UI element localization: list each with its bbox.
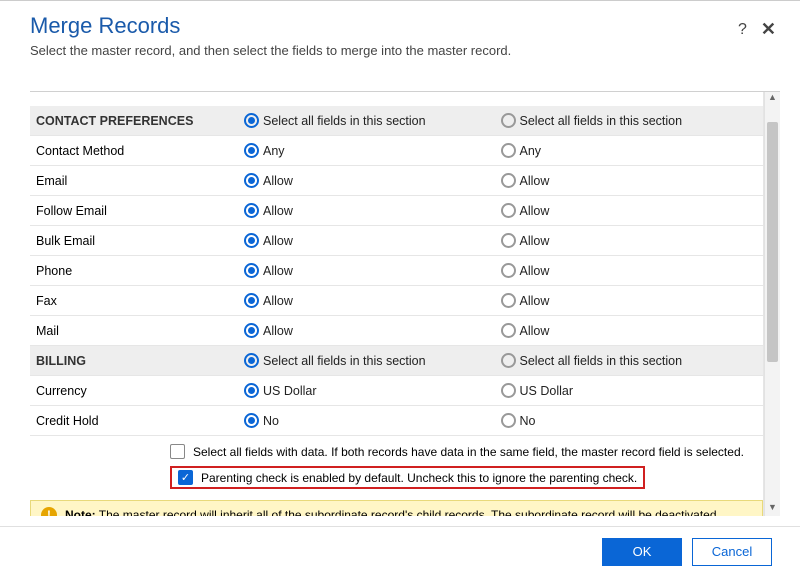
field-label: Contact Method bbox=[30, 144, 230, 158]
select-all-label: Select all fields in this section bbox=[263, 114, 426, 128]
field-label: Email bbox=[30, 174, 230, 188]
field-label: Currency bbox=[30, 384, 230, 398]
parenting-check-checkbox[interactable]: ✓ bbox=[178, 470, 193, 485]
sub-value-radio[interactable] bbox=[501, 413, 516, 428]
field-row: Mail Allow Allow bbox=[30, 316, 763, 346]
select-all-data-row: Select all fields with data. If both rec… bbox=[30, 440, 763, 463]
content-frame: CONTACT PREFERENCES Select all fields in… bbox=[30, 91, 780, 516]
sub-value: Allow bbox=[520, 294, 550, 308]
select-all-label: Select all fields in this section bbox=[520, 354, 683, 368]
vertical-scrollbar[interactable]: ▲ ▼ bbox=[764, 92, 780, 516]
master-value-radio[interactable] bbox=[244, 143, 259, 158]
master-value-radio[interactable] bbox=[244, 263, 259, 278]
sub-value: Allow bbox=[520, 174, 550, 188]
fields-grid: CONTACT PREFERENCES Select all fields in… bbox=[30, 106, 763, 436]
master-value-radio[interactable] bbox=[244, 233, 259, 248]
field-label: Credit Hold bbox=[30, 414, 230, 428]
scroll-area: CONTACT PREFERENCES Select all fields in… bbox=[30, 92, 764, 516]
field-label: Mail bbox=[30, 324, 230, 338]
close-icon[interactable]: ✕ bbox=[761, 19, 776, 40]
field-row: Credit Hold No No bbox=[30, 406, 763, 436]
scroll-down-icon[interactable]: ▼ bbox=[765, 502, 780, 516]
sub-value: Any bbox=[520, 144, 542, 158]
field-row: Contact Method Any Any bbox=[30, 136, 763, 166]
select-all-sub-radio[interactable] bbox=[501, 353, 516, 368]
sub-value-radio[interactable] bbox=[501, 233, 516, 248]
sub-value: Allow bbox=[520, 234, 550, 248]
scroll-thumb[interactable] bbox=[767, 122, 778, 362]
dialog-footer: OK Cancel bbox=[0, 526, 800, 576]
master-value-radio[interactable] bbox=[244, 323, 259, 338]
sub-value: Allow bbox=[520, 204, 550, 218]
note-bar: ! Note: The master record will inherit a… bbox=[30, 500, 763, 516]
field-row: Currency US Dollar US Dollar bbox=[30, 376, 763, 406]
sub-value-radio[interactable] bbox=[501, 143, 516, 158]
sub-value-radio[interactable] bbox=[501, 203, 516, 218]
help-icon[interactable]: ? bbox=[738, 21, 747, 39]
master-value: Allow bbox=[263, 234, 293, 248]
dialog-header: Merge Records Select the master record, … bbox=[0, 1, 800, 68]
master-value-radio[interactable] bbox=[244, 383, 259, 398]
field-row: Follow Email Allow Allow bbox=[30, 196, 763, 226]
sub-value-radio[interactable] bbox=[501, 173, 516, 188]
field-label: Bulk Email bbox=[30, 234, 230, 248]
dialog-subtitle: Select the master record, and then selec… bbox=[30, 43, 770, 58]
master-value-radio[interactable] bbox=[244, 173, 259, 188]
select-all-label: Select all fields in this section bbox=[520, 114, 683, 128]
ok-button[interactable]: OK bbox=[602, 538, 682, 566]
field-row: Fax Allow Allow bbox=[30, 286, 763, 316]
select-all-data-label: Select all fields with data. If both rec… bbox=[193, 445, 744, 459]
field-row: Email Allow Allow bbox=[30, 166, 763, 196]
section-header-billing: BILLING Select all fields in this sectio… bbox=[30, 346, 763, 376]
field-row: Bulk Email Allow Allow bbox=[30, 226, 763, 256]
field-label: Fax bbox=[30, 294, 230, 308]
master-value: Allow bbox=[263, 174, 293, 188]
field-row: Phone Allow Allow bbox=[30, 256, 763, 286]
sub-value-radio[interactable] bbox=[501, 383, 516, 398]
section-header-contact: CONTACT PREFERENCES Select all fields in… bbox=[30, 106, 763, 136]
note-text: Note: The master record will inherit all… bbox=[65, 508, 720, 516]
field-label: Phone bbox=[30, 264, 230, 278]
merge-records-dialog: Merge Records Select the master record, … bbox=[0, 0, 800, 576]
sub-value: Allow bbox=[520, 264, 550, 278]
sub-value: No bbox=[520, 414, 536, 428]
sub-value-radio[interactable] bbox=[501, 263, 516, 278]
sub-value-radio[interactable] bbox=[501, 293, 516, 308]
master-value: Allow bbox=[263, 294, 293, 308]
master-value: Allow bbox=[263, 324, 293, 338]
parenting-check-row: ✓ Parenting check is enabled by default.… bbox=[30, 463, 763, 492]
master-value-radio[interactable] bbox=[244, 413, 259, 428]
scroll-up-icon[interactable]: ▲ bbox=[765, 92, 780, 106]
bottom-options: Select all fields with data. If both rec… bbox=[30, 440, 763, 492]
master-value: US Dollar bbox=[263, 384, 317, 398]
select-all-master-radio[interactable] bbox=[244, 113, 259, 128]
warning-icon: ! bbox=[41, 507, 57, 516]
master-value-radio[interactable] bbox=[244, 293, 259, 308]
master-value: Allow bbox=[263, 204, 293, 218]
select-all-sub-radio[interactable] bbox=[501, 113, 516, 128]
select-all-master-radio[interactable] bbox=[244, 353, 259, 368]
master-value-radio[interactable] bbox=[244, 203, 259, 218]
cancel-button[interactable]: Cancel bbox=[692, 538, 772, 566]
note-body: The master record will inherit all of th… bbox=[99, 508, 720, 516]
parenting-check-label: Parenting check is enabled by default. U… bbox=[201, 471, 637, 485]
highlight-box: ✓ Parenting check is enabled by default.… bbox=[170, 466, 645, 489]
select-all-data-checkbox[interactable] bbox=[170, 444, 185, 459]
note-label: Note: bbox=[65, 508, 96, 516]
sub-value: US Dollar bbox=[520, 384, 574, 398]
sub-value-radio[interactable] bbox=[501, 323, 516, 338]
field-label: Follow Email bbox=[30, 204, 230, 218]
master-value: No bbox=[263, 414, 279, 428]
dialog-title: Merge Records bbox=[30, 13, 770, 39]
master-value: Any bbox=[263, 144, 285, 158]
master-value: Allow bbox=[263, 264, 293, 278]
select-all-label: Select all fields in this section bbox=[263, 354, 426, 368]
sub-value: Allow bbox=[520, 324, 550, 338]
section-title: BILLING bbox=[30, 354, 230, 368]
section-title: CONTACT PREFERENCES bbox=[30, 114, 230, 128]
